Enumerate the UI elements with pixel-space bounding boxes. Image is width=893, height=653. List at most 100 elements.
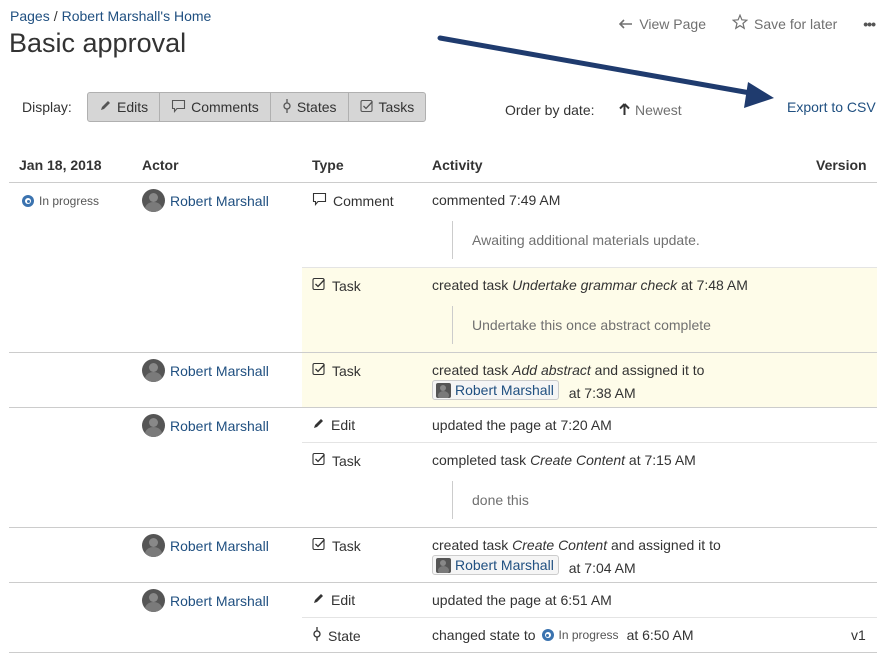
type-label: Comment: [333, 192, 394, 209]
header-divider: [9, 182, 877, 183]
row-divider: [302, 617, 877, 618]
export-to-csv-link[interactable]: Export to CSV: [787, 99, 876, 115]
comment-icon: [312, 192, 333, 209]
assignee-line: Robert Marshall at 7:38 AM: [432, 380, 636, 401]
filter-edits-label: Edits: [117, 99, 149, 115]
task-name: Add abstract: [512, 362, 591, 378]
column-version: Version: [816, 157, 867, 173]
actor[interactable]: Robert Marshall: [142, 359, 269, 382]
checkbox-icon: [312, 277, 332, 294]
pencil-icon: [312, 417, 331, 433]
type-label: Edit: [331, 592, 356, 608]
row-divider: [9, 407, 877, 408]
avatar: [142, 359, 165, 382]
actor-name[interactable]: Robert Marshall: [170, 363, 269, 379]
type-label: Task: [332, 452, 361, 469]
row-divider: [9, 582, 877, 583]
filter-comments-label: Comments: [191, 99, 259, 115]
activity-text: changed state to In progress at 6:50 AM: [432, 627, 694, 643]
column-date: Jan 18, 2018: [19, 157, 102, 173]
type-task: Task: [312, 277, 361, 294]
actor[interactable]: Robert Marshall: [142, 414, 269, 437]
type-edit: Edit: [312, 417, 355, 433]
comment-quote: Awaiting additional materials update.: [452, 221, 700, 259]
filter-tasks-button[interactable]: Tasks: [347, 93, 426, 121]
breadcrumb-home[interactable]: Robert Marshall's Home: [62, 8, 212, 24]
activity-pre: created task: [432, 537, 513, 553]
activity-pre: changed state to: [432, 627, 536, 643]
activity-text: created task Undertake grammar check at …: [432, 277, 748, 293]
activity-text: created task Add abstract and assigned i…: [432, 362, 704, 378]
activity-post: at 7:15 AM: [625, 452, 696, 468]
task-quote: Undertake this once abstract complete: [452, 306, 711, 344]
user-mention[interactable]: Robert Marshall: [432, 555, 559, 575]
pencil-icon: [312, 592, 331, 608]
mention-name: Robert Marshall: [455, 557, 554, 573]
column-actor: Actor: [142, 157, 179, 173]
filter-comments-button[interactable]: Comments: [159, 93, 270, 121]
filter-edits-button[interactable]: Edits: [88, 93, 159, 121]
version-link[interactable]: v1: [851, 627, 866, 643]
activity-pre: created task: [432, 277, 513, 293]
column-type: Type: [312, 157, 344, 173]
filter-states-label: States: [296, 99, 337, 115]
page-title: Basic approval: [9, 28, 187, 58]
type-edit: Edit: [312, 592, 355, 608]
actor-name[interactable]: Robert Marshall: [170, 193, 269, 209]
avatar: [142, 189, 165, 212]
user-mention[interactable]: Robert Marshall: [432, 380, 559, 400]
type-label: Edit: [331, 417, 356, 433]
breadcrumb-pages[interactable]: Pages: [10, 8, 50, 24]
task-name: Undertake grammar check: [512, 277, 678, 293]
in-progress-icon: [541, 629, 554, 641]
activity-pre: completed task: [432, 452, 531, 468]
task-name: Create Content: [530, 452, 626, 468]
type-task: Task: [312, 452, 361, 469]
display-label: Display:: [22, 99, 72, 115]
actor-name[interactable]: Robert Marshall: [170, 538, 269, 554]
type-task: Task: [312, 537, 361, 554]
avatar: [142, 534, 165, 557]
type-label: Task: [332, 277, 361, 294]
task-quote: done this: [452, 481, 529, 519]
type-state: State: [312, 627, 361, 644]
order-newest-label: Newest: [635, 102, 682, 118]
state-label: In progress: [39, 194, 100, 208]
activity-post: and assigned it to: [607, 537, 721, 553]
state-badge: In progress: [22, 194, 99, 210]
filter-states-button[interactable]: States: [269, 93, 348, 121]
activity-text: completed task Create Content at 7:15 AM: [432, 452, 696, 468]
type-label: State: [328, 627, 361, 644]
more-actions-button[interactable]: •••: [863, 16, 876, 32]
checkbox-icon: [312, 452, 332, 469]
state-badge: In progress: [541, 628, 619, 642]
avatar: [142, 414, 165, 437]
avatar: [436, 557, 451, 573]
actor[interactable]: Robert Marshall: [142, 534, 269, 557]
activity-pre: created task: [432, 362, 513, 378]
checkbox-icon: [312, 537, 332, 554]
order-newest-toggle[interactable]: Newest: [619, 102, 682, 118]
state-icon: [282, 98, 297, 116]
breadcrumb: Pages / Robert Marshall's Home: [10, 8, 211, 24]
actor[interactable]: Robert Marshall: [142, 189, 269, 212]
type-comment: Comment: [312, 192, 394, 209]
actor[interactable]: Robert Marshall: [142, 589, 269, 612]
pencil-icon: [99, 99, 117, 115]
assignee-line: Robert Marshall at 7:04 AM: [432, 555, 636, 576]
type-label: Task: [332, 362, 361, 379]
activity-time: at 6:50 AM: [626, 627, 694, 643]
column-activity: Activity: [432, 157, 483, 173]
comment-icon: [171, 99, 191, 116]
actor-name[interactable]: Robert Marshall: [170, 418, 269, 434]
checkbox-icon: [312, 362, 332, 379]
task-name: Create Content: [512, 537, 608, 553]
row-divider: [302, 442, 877, 443]
activity-text: commented 7:49 AM: [432, 192, 561, 208]
checkbox-icon: [359, 99, 379, 116]
activity-text: updated the page at 6:51 AM: [432, 592, 612, 608]
row-divider: [9, 352, 877, 353]
row-divider: [302, 267, 877, 268]
actor-name[interactable]: Robert Marshall: [170, 593, 269, 609]
row-divider: [9, 527, 877, 528]
